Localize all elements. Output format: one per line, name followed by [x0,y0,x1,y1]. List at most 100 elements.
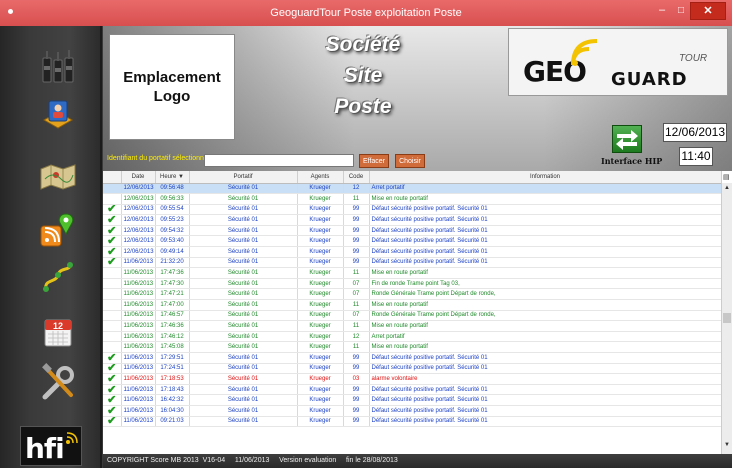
row-information: Arret portatif [369,183,722,195]
minimize-button[interactable]: – [652,2,672,20]
row-time: 17:47:21 [155,288,190,301]
row-time: 17:18:43 [155,384,190,396]
tools-icon[interactable] [38,362,78,402]
row-information: Ronde Générale Trame point Départ de ron… [369,310,722,322]
row-information: Mise en route portatif [369,299,722,311]
table-row[interactable]: 11/06/2013 17:47:36 Sécurité 01 Krueger 11 Mi… [103,267,722,279]
interface-hip-label[interactable]: Interface HIP [601,156,662,166]
close-button[interactable]: ✕ [690,2,726,20]
row-portatif: Sécurité 01 [189,352,298,364]
table-row[interactable]: ✔ 11/06/2013 21:32:20 Sécurité 01 Krueger 99 D… [103,257,722,269]
row-check-icon [103,183,122,195]
table-row[interactable]: 11/06/2013 17:46:57 Sécurité 01 Krueger 07 Ro… [103,310,722,322]
row-information: Défaut sécurité positive portatif. Sécur… [369,257,722,269]
row-check-icon: ✔ [103,214,122,226]
vertical-scrollbar[interactable]: ▲ ▼ [721,183,732,454]
row-agent: Krueger [297,235,344,248]
row-date: 11/06/2013 [121,373,156,385]
row-portatif: Sécurité 01 [189,363,298,375]
table-row[interactable]: 11/06/2013 17:47:00 Sécurité 01 Krueger 11 Mi… [103,299,722,311]
row-time: 09:53:40 [155,235,190,248]
row-time: 09:21:03 [155,416,190,428]
row-code: 11 [343,299,370,311]
column-header-portatif[interactable]: Portatif [189,171,298,184]
scroll-thumb[interactable] [723,313,731,323]
table-row[interactable]: 11/06/2013 17:46:36 Sécurité 01 Krueger 11 Mi… [103,320,722,332]
table-row[interactable]: ✔ 11/06/2013 17:24:51 Sécurité 01 Krueger 99 D… [103,363,722,375]
row-code: 12 [343,183,370,195]
row-information: alarme volontaire [369,373,722,385]
row-code: 99 [343,225,370,237]
maximize-button[interactable]: □ [672,2,690,20]
table-row[interactable]: ✔ 11/06/2013 09:21:03 Sécurité 01 Krueger 99 D… [103,416,722,428]
table-row[interactable]: ✔ 12/06/2013 09:53:40 Sécurité 01 Krueger 99 D… [103,235,722,248]
table-row[interactable]: ✔ 12/06/2013 09:55:54 Sécurité 01 Krueger 99 D… [103,204,722,216]
row-agent: Krueger [297,310,344,322]
row-information: Défaut sécurité positive portatif. Sécur… [369,416,722,428]
row-agent: Krueger [297,320,344,332]
choisir-button[interactable]: Choisir [395,154,425,168]
column-header-date[interactable]: Date [121,171,156,184]
table-row[interactable]: ✔ 11/06/2013 16:04:30 Sécurité 01 Krueger 99 D… [103,405,722,417]
sidebar: 12 hfi [0,26,102,468]
table-row[interactable]: ✔ 11/06/2013 16:42:32 Sécurité 01 Krueger 99 D… [103,394,722,406]
row-time: 09:55:54 [155,204,190,216]
table-row[interactable]: ✔ 11/06/2013 17:29:51 Sécurité 01 Krueger 99 D… [103,352,722,364]
table-row[interactable]: ✔ 12/06/2013 09:54:32 Sécurité 01 Krueger 99 D… [103,225,722,237]
row-date: 11/06/2013 [121,310,156,322]
effacer-button[interactable]: Effacer [359,154,389,168]
print-icon[interactable]: ▤ [723,173,731,181]
walkie-talkie-icon[interactable] [38,46,78,86]
row-date: 11/06/2013 [121,299,156,311]
table-row[interactable]: 12/06/2013 09:56:33 Sécurité 01 Krueger 11 Mi… [103,193,722,205]
column-header-agents[interactable]: Agents [297,171,344,184]
row-time: 16:42:32 [155,394,190,406]
row-time: 17:47:00 [155,299,190,311]
row-date: 11/06/2013 [121,278,156,290]
table-row[interactable]: 11/06/2013 17:47:30 Sécurité 01 Krueger 07 Fi… [103,278,722,290]
row-check-icon: ✔ [103,384,122,396]
table-row[interactable]: ✔ 12/06/2013 09:55:23 Sécurité 01 Krueger 99 D… [103,214,722,226]
calendar-icon[interactable]: 12 [38,312,78,352]
scroll-down-arrow-icon[interactable]: ▼ [723,442,731,450]
table-row[interactable]: 11/06/2013 17:45:08 Sécurité 01 Krueger 11 Mi… [103,341,722,353]
column-header-information[interactable]: Information [369,171,722,184]
table-row[interactable]: 11/06/2013 17:47:21 Sécurité 01 Krueger 07 Ro… [103,288,722,301]
row-agent: Krueger [297,416,344,428]
row-date: 12/06/2013 [121,225,156,237]
row-agent: Krueger [297,405,344,417]
route-icon[interactable] [38,258,78,298]
row-code: 99 [343,352,370,364]
ident-input[interactable] [204,154,354,167]
table-row[interactable]: 12/06/2013 09:56:48 Sécurité 01 Krueger 12 Ar… [103,183,722,195]
row-information: Défaut sécurité positive portatif. Sécur… [369,225,722,237]
row-code: 99 [343,363,370,375]
row-check-icon: ✔ [103,363,122,375]
row-code: 07 [343,288,370,301]
column-header-check[interactable] [103,171,122,184]
rss-location-icon[interactable] [38,211,78,251]
column-header-code[interactable]: Code [343,171,370,184]
column-header-time[interactable]: Heure ▼ [155,171,190,184]
map-icon[interactable] [38,156,78,196]
row-agent: Krueger [297,267,344,279]
row-information: Défaut sécurité positive portatif. Sécur… [369,394,722,406]
row-date: 11/06/2013 [121,384,156,396]
row-portatif: Sécurité 01 [189,214,298,226]
row-check-icon [103,267,122,279]
interface-hip-icon[interactable] [612,125,642,153]
row-check-icon [103,288,122,301]
table-header: Date Heure ▼ Portatif Agents Code Inform… [103,171,722,184]
table-row[interactable]: ✔ 11/06/2013 17:18:43 Sécurité 01 Krueger 99 D… [103,384,722,396]
table-row[interactable]: 11/06/2013 17:46:12 Sécurité 01 Krueger 12 Ar… [103,331,722,343]
user-map-icon[interactable] [38,96,78,136]
scroll-up-arrow-icon[interactable]: ▲ [723,185,731,193]
row-time: 09:49:14 [155,246,190,258]
row-information: Fin de ronde Trame point Tag 03, [369,278,722,290]
row-date: 12/06/2013 [121,214,156,226]
row-code: 99 [343,394,370,406]
row-time: 09:55:23 [155,214,190,226]
row-information: Mise en route portatif [369,267,722,279]
table-row[interactable]: ✔ 11/06/2013 17:18:53 Sécurité 01 Krueger 03 a… [103,373,722,385]
table-row[interactable]: ✔ 12/06/2013 09:49:14 Sécurité 01 Krueger 99 D… [103,246,722,258]
